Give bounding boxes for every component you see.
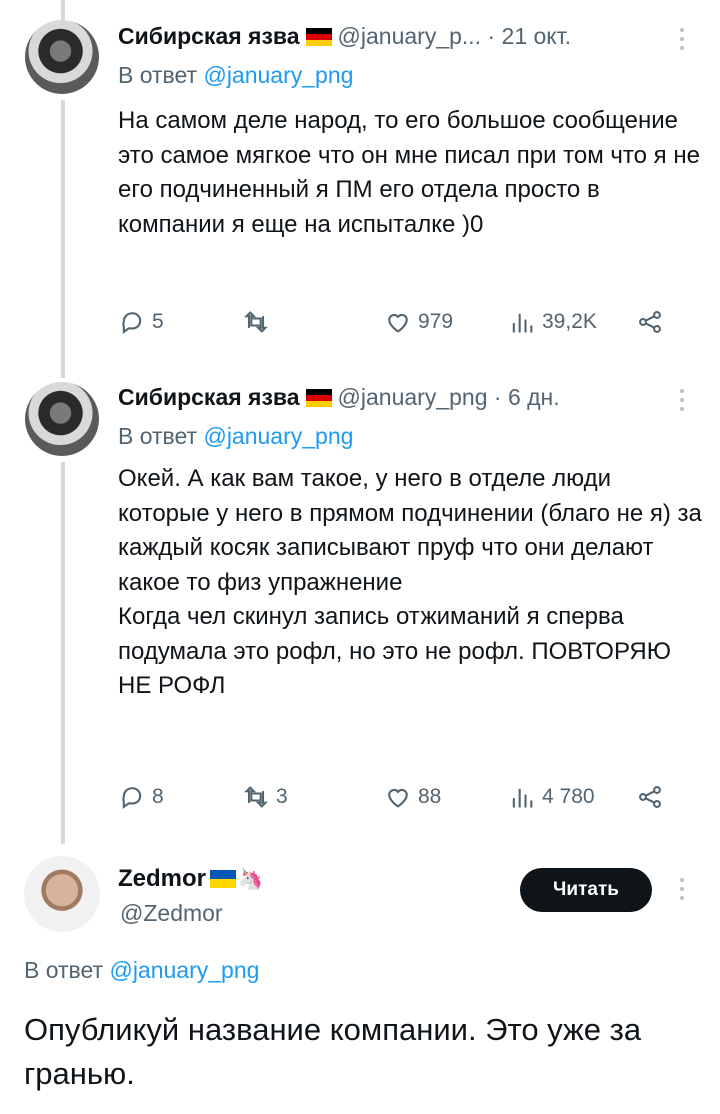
reply-prefix: В ответ	[118, 62, 198, 88]
retweet-button[interactable]	[242, 308, 276, 336]
comment-icon	[122, 312, 142, 335]
flag-germany-icon	[305, 389, 332, 407]
reply-button[interactable]: 8	[118, 783, 164, 811]
reply-to-link[interactable]: @january_png	[203, 423, 353, 449]
reply-prefix: В ответ	[118, 423, 198, 449]
like-count: 88	[418, 785, 442, 808]
author-name[interactable]: Сибирская язва	[118, 23, 300, 49]
retweet-icon	[244, 786, 268, 808]
heart-icon	[388, 313, 408, 333]
flag-ukraine-icon	[210, 870, 237, 888]
unicorn-icon: 🦄	[238, 869, 263, 891]
author-name[interactable]: Zedmor 🦄	[118, 865, 263, 893]
avatar[interactable]	[25, 382, 99, 456]
reply-to: В ответ @january_png	[118, 62, 353, 89]
retweet-icon	[244, 311, 268, 333]
tweet[interactable]: Сибирская язва @january_png · 6 дн. В отв…	[118, 383, 703, 823]
views-button[interactable]: 39,2K	[508, 308, 597, 336]
more-icon[interactable]	[678, 28, 686, 54]
share-button[interactable]	[636, 308, 664, 336]
tweet-text: Окей. А как вам такое, у него в отделе л…	[118, 465, 702, 699]
reply-button[interactable]: 5	[118, 308, 164, 336]
more-icon[interactable]	[678, 389, 686, 415]
tweet-text: На самом деле народ, то его большое сооб…	[118, 107, 700, 238]
more-icon[interactable]	[678, 878, 686, 904]
like-button[interactable]: 88	[384, 783, 441, 811]
reply-prefix: В ответ	[24, 957, 104, 983]
heart-icon	[388, 788, 408, 808]
timestamp[interactable]: 21 окт.	[502, 23, 571, 49]
author-handle[interactable]: @january_p...	[338, 23, 482, 49]
comment-icon	[122, 787, 142, 810]
avatar[interactable]	[24, 856, 100, 932]
share-icon	[639, 786, 661, 808]
reply-to: В ответ @january_png	[24, 957, 259, 984]
tweet-text: Опубликуй название компании. Это уже за …	[24, 1012, 642, 1091]
follow-button[interactable]: Читать	[520, 868, 652, 912]
author-handle[interactable]: @Zedmor	[120, 900, 223, 927]
tweet-actions: 5 979 39,2K	[118, 308, 670, 342]
flag-germany-icon	[305, 28, 332, 46]
author-name[interactable]: Сибирская язва	[118, 384, 300, 410]
like-count: 979	[418, 310, 454, 333]
separator-dot: ·	[493, 384, 502, 410]
share-button[interactable]	[636, 783, 664, 811]
tweet-actions: 8 3 88 4 780	[118, 783, 670, 817]
timestamp[interactable]: 6 дн.	[508, 384, 560, 410]
reply-to-link[interactable]: @january_png	[109, 957, 259, 983]
views-icon	[512, 313, 533, 333]
thread-line	[61, 462, 65, 844]
tweet[interactable]: Сибирская язва @january_p... · 21 окт. В …	[118, 22, 703, 352]
like-button[interactable]: 979	[384, 308, 453, 336]
thread-line	[61, 100, 65, 378]
retweet-button[interactable]: 3	[242, 783, 288, 811]
views-count: 4 780	[542, 785, 595, 808]
author-name-text: Zedmor	[118, 865, 207, 892]
views-button[interactable]: 4 780	[508, 783, 595, 811]
retweet-count: 3	[276, 785, 288, 808]
separator-dot: ·	[487, 23, 496, 49]
reply-to: В ответ @january_png	[118, 423, 353, 450]
reply-to-link[interactable]: @january_png	[203, 62, 353, 88]
views-icon	[512, 788, 533, 808]
reply-count: 8	[152, 785, 164, 808]
author-handle[interactable]: @january_png	[338, 384, 488, 410]
avatar[interactable]	[25, 20, 99, 94]
views-count: 39,2K	[542, 310, 597, 333]
share-icon	[639, 311, 661, 333]
reply-count: 5	[152, 310, 164, 333]
